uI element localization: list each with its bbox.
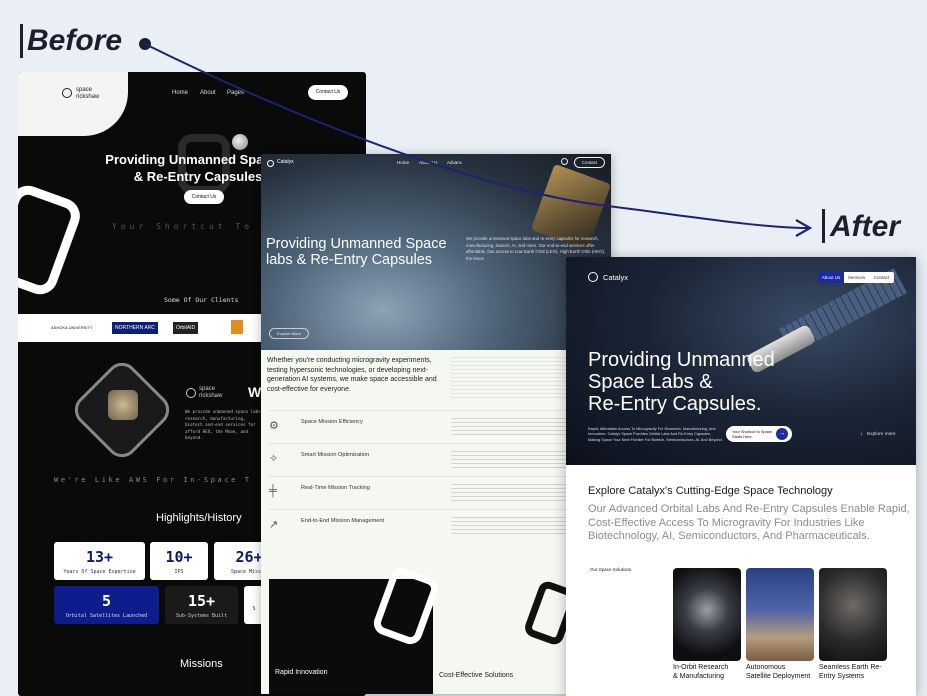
stat-label: IPS xyxy=(174,569,184,575)
feature-label: Real-Time Mission Tracking xyxy=(301,485,370,491)
about-text: We provide unmanned space labs research,… xyxy=(185,409,261,440)
nav-home[interactable]: Home xyxy=(397,160,409,165)
feature-row: ⚙ Space Mission Efficiency xyxy=(269,410,603,443)
catalyx-logo-icon xyxy=(267,160,274,167)
card-label: Autonomous xyxy=(746,664,786,671)
after-label: After xyxy=(830,210,901,243)
satellite-icon xyxy=(108,390,138,420)
nav-about[interactable]: About Us xyxy=(419,160,438,165)
before-label-bar xyxy=(20,24,23,58)
contact-button[interactable]: Contact Us xyxy=(308,85,348,100)
stat-number: 10+ xyxy=(165,548,193,566)
rickshaw-logo-icon xyxy=(62,88,72,98)
middle-screenshot: Catalyx Home About Us Advanc Contact Pro… xyxy=(261,154,611,694)
nav-advanced[interactable]: Advanc xyxy=(447,160,462,165)
client-logo-icon xyxy=(231,320,243,334)
efficiency-icon: ⚙ xyxy=(269,420,279,432)
about-logo-icon xyxy=(186,388,196,398)
feature-row: ╪ Real-Time Mission Tracking xyxy=(269,476,603,509)
catalyx-logo-icon xyxy=(588,272,598,282)
clients-heading: Some Of Our Clients xyxy=(164,296,239,304)
hero-title-line2: & Re-Entry Capsules xyxy=(133,169,263,184)
tagline: Your Shortcut To xyxy=(112,222,254,231)
hero-title-line1: Providing Unmanned Spac xyxy=(105,152,271,167)
stat-number: 13+ xyxy=(85,548,114,566)
feature-row: ✧ Smart Mission Optimization xyxy=(269,443,603,476)
rapid-innovation-label: Rapid Innovation xyxy=(275,669,328,676)
header-white-panel xyxy=(18,72,128,136)
feature-row: ↗ End-to-End Mission Management xyxy=(269,509,603,542)
logo-text: Catalyx xyxy=(277,159,294,165)
intro-text: Whether you're conducting microgravity e… xyxy=(267,357,437,393)
search-icon[interactable] xyxy=(561,158,568,165)
stat-label: Sub-Systems Built xyxy=(175,613,228,619)
after-label-bar xyxy=(822,209,825,243)
card-label: Satellite Deployment xyxy=(746,673,811,680)
rapid-innovation-panel: Rapid Innovation xyxy=(269,564,442,694)
nav-contact[interactable]: Contact xyxy=(869,272,894,283)
optimization-icon: ✧ xyxy=(269,453,279,465)
missions-heading: Missions xyxy=(180,658,223,670)
nav-about-us[interactable]: About Us xyxy=(818,272,844,283)
arrow-down-icon: ↓ xyxy=(860,431,863,437)
stat-ips: 10+ IPS xyxy=(150,542,208,580)
after-screenshot: Catalyx About Us Services Contact Provid… xyxy=(566,257,916,696)
arrow-head-icon xyxy=(795,219,813,237)
logo-text: space rickshaw xyxy=(76,87,100,100)
client-orbitaid: OrbitAID xyxy=(173,322,199,334)
arrow-right-icon: → xyxy=(776,428,788,440)
section-subtitle: Our Advanced Orbital Labs And Re-Entry C… xyxy=(588,503,910,542)
hero-title-line2: Space Labs & xyxy=(588,371,713,393)
card-image-satellite[interactable] xyxy=(746,568,814,661)
highlights-heading: Highlights/History xyxy=(156,512,242,524)
cta-button[interactable]: Your Shortcut to Space Starts Here. → xyxy=(726,426,792,442)
feature-label: End-to-End Mission Management xyxy=(301,518,385,524)
nav-about[interactable]: About xyxy=(200,90,216,96)
cost-effective-label: Cost-Effective Solutions xyxy=(439,672,514,679)
moon-icon xyxy=(232,134,248,150)
solutions-label: Our Space Solutions xyxy=(590,567,632,572)
stat-number: 15+ xyxy=(187,592,216,610)
hexagon-outline-shape xyxy=(370,564,442,648)
management-icon: ↗ xyxy=(269,519,279,531)
card-image-research[interactable] xyxy=(673,568,741,661)
about-logo-text: space rickshaw xyxy=(199,386,223,399)
section-title: Explore Catalyx's Cutting-Edge Space Tec… xyxy=(588,485,833,497)
hero-title: Providing Unmanned Space labs & Re-Entry… xyxy=(266,236,447,268)
client-ashoka: ASHOKA UNIVERSITY xyxy=(51,325,93,330)
hero-contact-button[interactable]: Contact Us xyxy=(184,190,224,204)
stat-years: 13+ Years Of Space Expertise xyxy=(54,542,145,580)
tracking-icon: ╪ xyxy=(269,485,277,497)
card-label: Entry Systems xyxy=(819,673,865,680)
cta-label: Your Shortcut to Space Starts Here. xyxy=(732,429,772,439)
feature-label: Smart Mission Optimization xyxy=(301,452,370,458)
stat-satellites: 5 Orbital Satellites Launched xyxy=(54,586,159,624)
aws-line: We're Like AWS For In-Space T xyxy=(54,476,252,484)
hexagon-outline-shape xyxy=(18,180,85,300)
arrow-start-dot xyxy=(139,38,151,50)
card-label: & Manufacturing xyxy=(673,673,724,680)
explore-more-button[interactable]: Explore More xyxy=(269,328,309,339)
hero-title-line1: Providing Unmanned xyxy=(588,349,775,371)
contact-button[interactable]: Contact xyxy=(574,157,605,168)
before-label: Before xyxy=(27,24,123,57)
card-label: In-Orbit Research xyxy=(673,664,729,671)
card-image-reentry[interactable] xyxy=(819,568,887,661)
nav-pages[interactable]: Pages xyxy=(227,90,244,96)
logo-text: Catalyx xyxy=(603,273,629,282)
about-heading: W xyxy=(248,384,262,400)
stat-subsystems: 15+ Sub-Systems Built xyxy=(165,586,238,624)
hero-title-line3: Re-Entry Capsules. xyxy=(588,393,762,415)
stat-label: Years Of Space Expertise xyxy=(63,569,136,575)
stat-number: 5 xyxy=(101,592,112,610)
nav-services[interactable]: Services xyxy=(844,272,869,283)
client-northern-arc: NORTHERN ARC xyxy=(112,322,158,334)
card-label: Seamless Earth Re- xyxy=(819,664,882,671)
feature-label: Space Mission Efficiency xyxy=(301,419,363,425)
nav-home[interactable]: Home xyxy=(172,90,188,96)
stat-label: Orbital Satellites Launched xyxy=(65,613,148,619)
explore-more-link[interactable]: Explore more xyxy=(867,432,896,437)
hero-description: Rapid, Affordable Access To Microgravity… xyxy=(588,427,723,442)
